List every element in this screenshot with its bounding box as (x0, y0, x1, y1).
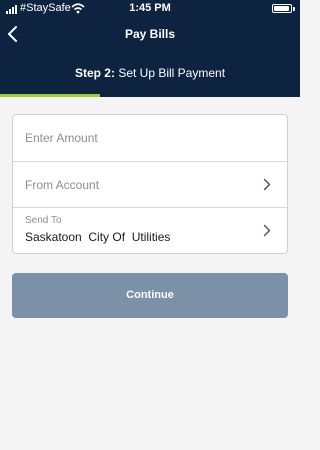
step-number: Step 2: (74, 66, 115, 80)
page-title: Pay Bills (124, 27, 176, 41)
continue-button[interactable]: Continue (12, 273, 288, 318)
amount-input[interactable] (13, 115, 287, 161)
battery-cap (293, 7, 295, 11)
step-title: Set Up Bill Payment (114, 66, 226, 80)
step-indicator: Step 2: Set Up Bill Payment (0, 66, 300, 80)
chevron-right-icon (263, 224, 271, 237)
step-progress-bar (0, 94, 300, 97)
send-to-payee: Saskatoon City Of Utilities (25, 230, 171, 244)
status-time: 1:45 PM (129, 2, 171, 14)
from-account-placeholder: From Account (25, 178, 100, 192)
amount-row[interactable] (13, 115, 287, 162)
status-bar: #StaySafe 1:45 PM (0, 0, 300, 18)
from-account-row[interactable]: From Account (13, 162, 287, 208)
bill-payment-form: From Account Send To Saskatoon City Of U… (12, 114, 288, 254)
app-header: #StaySafe 1:45 PM Pay Bills Step 2: Set … (0, 0, 300, 97)
send-to-label: Send To (25, 215, 62, 226)
step-progress-fill (0, 94, 100, 97)
send-to-row[interactable]: Send To Saskatoon City Of Utilities (13, 208, 287, 253)
chevron-right-icon (263, 178, 271, 191)
battery-icon (272, 4, 292, 13)
